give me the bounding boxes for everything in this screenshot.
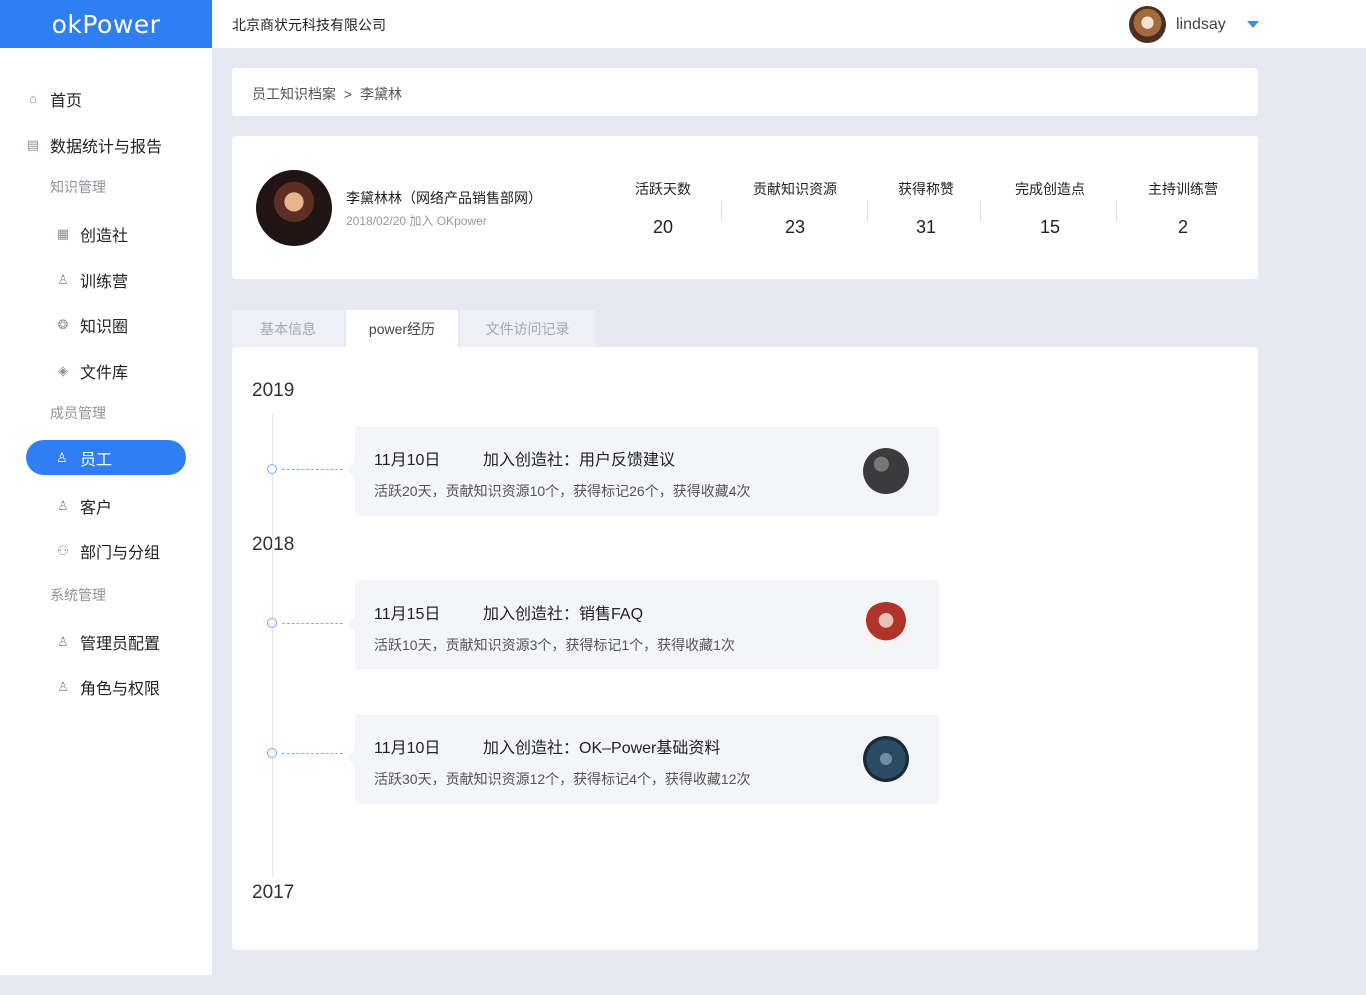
timeline-year: 2018 [252,534,295,555]
app-logo[interactable]: okPower [0,0,212,48]
profile-name: 李黛林林（网络产品销售部网） [346,190,542,206]
building-icon: ▦ [56,226,70,241]
stat-praises: 获得称赞 31 [856,179,996,238]
entry-title: 加入创造社：销售FAQ [483,606,644,623]
company-name: 北京商状元科技有限公司 [232,17,386,33]
sidebar-item-xunlianying[interactable]: ♙ 训练营 [56,268,128,292]
circle-group-icon: ❂ [57,317,69,332]
stat-label: 获得称赞 [898,181,954,197]
sidebar-item-label: 首页 [50,93,83,110]
sidebar-item-chuangzaoshe[interactable]: ▦ 创造社 [56,222,128,246]
stat-creation-points: 完成创造点 15 [980,179,1120,238]
top-bar: okPower 北京商状元科技有限公司 lindsay [0,0,1366,48]
user-name[interactable]: lindsay [1176,16,1226,34]
entry-date: 11月10日 [374,740,441,757]
sidebar-group-system: 系统管理 [50,587,106,603]
entry-thumbnail [863,448,909,494]
timeline-year: 2017 [252,882,295,903]
stat-value: 15 [1039,217,1061,237]
timeline-entry[interactable]: 11月10日 加入创造社：用户反馈建议 活跃20天，贡献知识资源10个，获得标记… [347,426,939,516]
sidebar-item-label: 管理员配置 [80,636,161,653]
entry-thumbnail [863,736,909,782]
home-icon: ⌂ [29,91,37,106]
breadcrumb-current: 李黛林 [359,86,402,102]
sidebar-item-home[interactable]: ⌂ 首页 [26,87,82,111]
users-icon: ♙ [57,272,69,287]
sidebar-item-label: 创造社 [80,228,129,245]
stat-knowledge-resources: 贡献知识资源 23 [725,179,865,238]
sidebar-item-zhishiquan[interactable]: ❂ 知识圈 [56,313,128,337]
profile-card: 李黛林林（网络产品销售部网） 2018/02/20 加入 OKpower 活跃天… [232,136,1258,279]
breadcrumb-parent[interactable]: 员工知识档案 [252,86,336,102]
entry-thumbnail [863,602,909,648]
timeline-line [272,413,273,877]
tab-file-access[interactable]: 文件访问记录 [460,310,595,347]
timeline-dot [267,464,277,474]
sidebar-item-label: 角色与权限 [80,681,161,698]
timeline-entry[interactable]: 11月15日 加入创造社：销售FAQ 活跃10天，贡献知识资源3个，获得标记1个… [347,580,939,670]
sidebar-item-label: 部门与分组 [80,545,161,562]
stat-label: 主持训练营 [1148,181,1218,197]
user-menu[interactable]: lindsay [1129,6,1259,43]
tab-basic-info[interactable]: 基本信息 [232,310,344,347]
timeline-connector [282,623,343,624]
timeline-connector [282,469,343,470]
stat-value: 31 [915,217,937,237]
timeline-panel: 2019 2018 2017 11月10日 加入创造社：用户反馈建议 活跃20天… [232,347,1258,950]
entry-date: 11月15日 [374,606,441,623]
timeline-year: 2019 [252,380,295,401]
stat-label: 贡献知识资源 [753,181,837,197]
timeline-entry[interactable]: 11月10日 加入创造社：OK–Power基础资料 活跃30天，贡献知识资源12… [347,714,939,804]
stat-camps-hosted: 主持训练营 2 [1113,179,1253,238]
layers-icon: ◈ [58,363,68,378]
timeline-dot [267,748,277,758]
user-icon: ♙ [56,449,68,465]
users-icon: ♙ [57,498,69,513]
sidebar-item-reports[interactable]: ▤ 数据统计与报告 [26,133,162,157]
tab-power-history[interactable]: power经历 [346,310,458,347]
sidebar: ⌂ 首页 ▤ 数据统计与报告 知识管理 ▦ 创造社 ♙ 训练营 ❂ 知识圈 ◈ … [0,48,212,975]
sidebar-item-wenjianku[interactable]: ◈ 文件库 [56,359,128,383]
entry-description: 活跃10天，贡献知识资源3个，获得标记1个，获得收藏1次 [374,637,735,653]
stat-value: 23 [784,217,806,237]
sidebar-group-knowledge: 知识管理 [50,179,106,195]
user-icon: ♙ [57,634,69,649]
sidebar-item-admin[interactable]: ♙ 管理员配置 [56,630,160,654]
profile-join-date: 2018/02/20 加入 OKpower [346,214,487,228]
entry-title: 加入创造社：OK–Power基础资料 [483,740,721,757]
sidebar-item-bumen[interactable]: ⚇ 部门与分组 [56,539,160,563]
sidebar-item-kehu[interactable]: ♙ 客户 [56,494,112,518]
sidebar-item-label: 员工 [80,451,113,469]
entry-date: 11月10日 [374,452,441,469]
entry-description: 活跃30天，贡献知识资源12个，获得标记4个，获得收藏12次 [374,771,751,787]
profile-avatar [256,170,332,246]
sidebar-item-yuangong[interactable]: ♙ 员工 [26,440,186,475]
timeline-dot [267,618,277,628]
timeline-connector [282,753,343,754]
sidebar-item-label: 文件库 [80,365,129,382]
sidebar-item-label: 数据统计与报告 [50,139,163,156]
stat-divider [721,201,722,221]
sidebar-item-roles[interactable]: ♙ 角色与权限 [56,675,160,699]
sidebar-item-label: 客户 [80,500,113,517]
entry-description: 活跃20天，贡献知识资源10个，获得标记26个，获得收藏4次 [374,483,751,499]
user-icon: ♙ [57,679,69,694]
stat-label: 活跃天数 [635,181,691,197]
entry-title: 加入创造社：用户反馈建议 [483,452,676,469]
sidebar-item-label: 训练营 [80,274,129,291]
org-chart-icon: ⚇ [57,543,69,558]
user-avatar[interactable] [1129,6,1166,43]
breadcrumb: 员工知识档案 > 李黛林 [232,68,1258,116]
stat-value: 20 [652,217,674,237]
sidebar-item-label: 知识圈 [80,319,129,336]
stat-value: 2 [1177,217,1188,237]
report-icon: ▤ [26,137,40,152]
sidebar-group-members: 成员管理 [50,405,106,421]
caret-down-icon[interactable] [1247,21,1259,28]
breadcrumb-separator: > [343,86,353,102]
stat-label: 完成创造点 [1015,181,1085,197]
stat-active-days: 活跃天数 20 [593,179,733,238]
